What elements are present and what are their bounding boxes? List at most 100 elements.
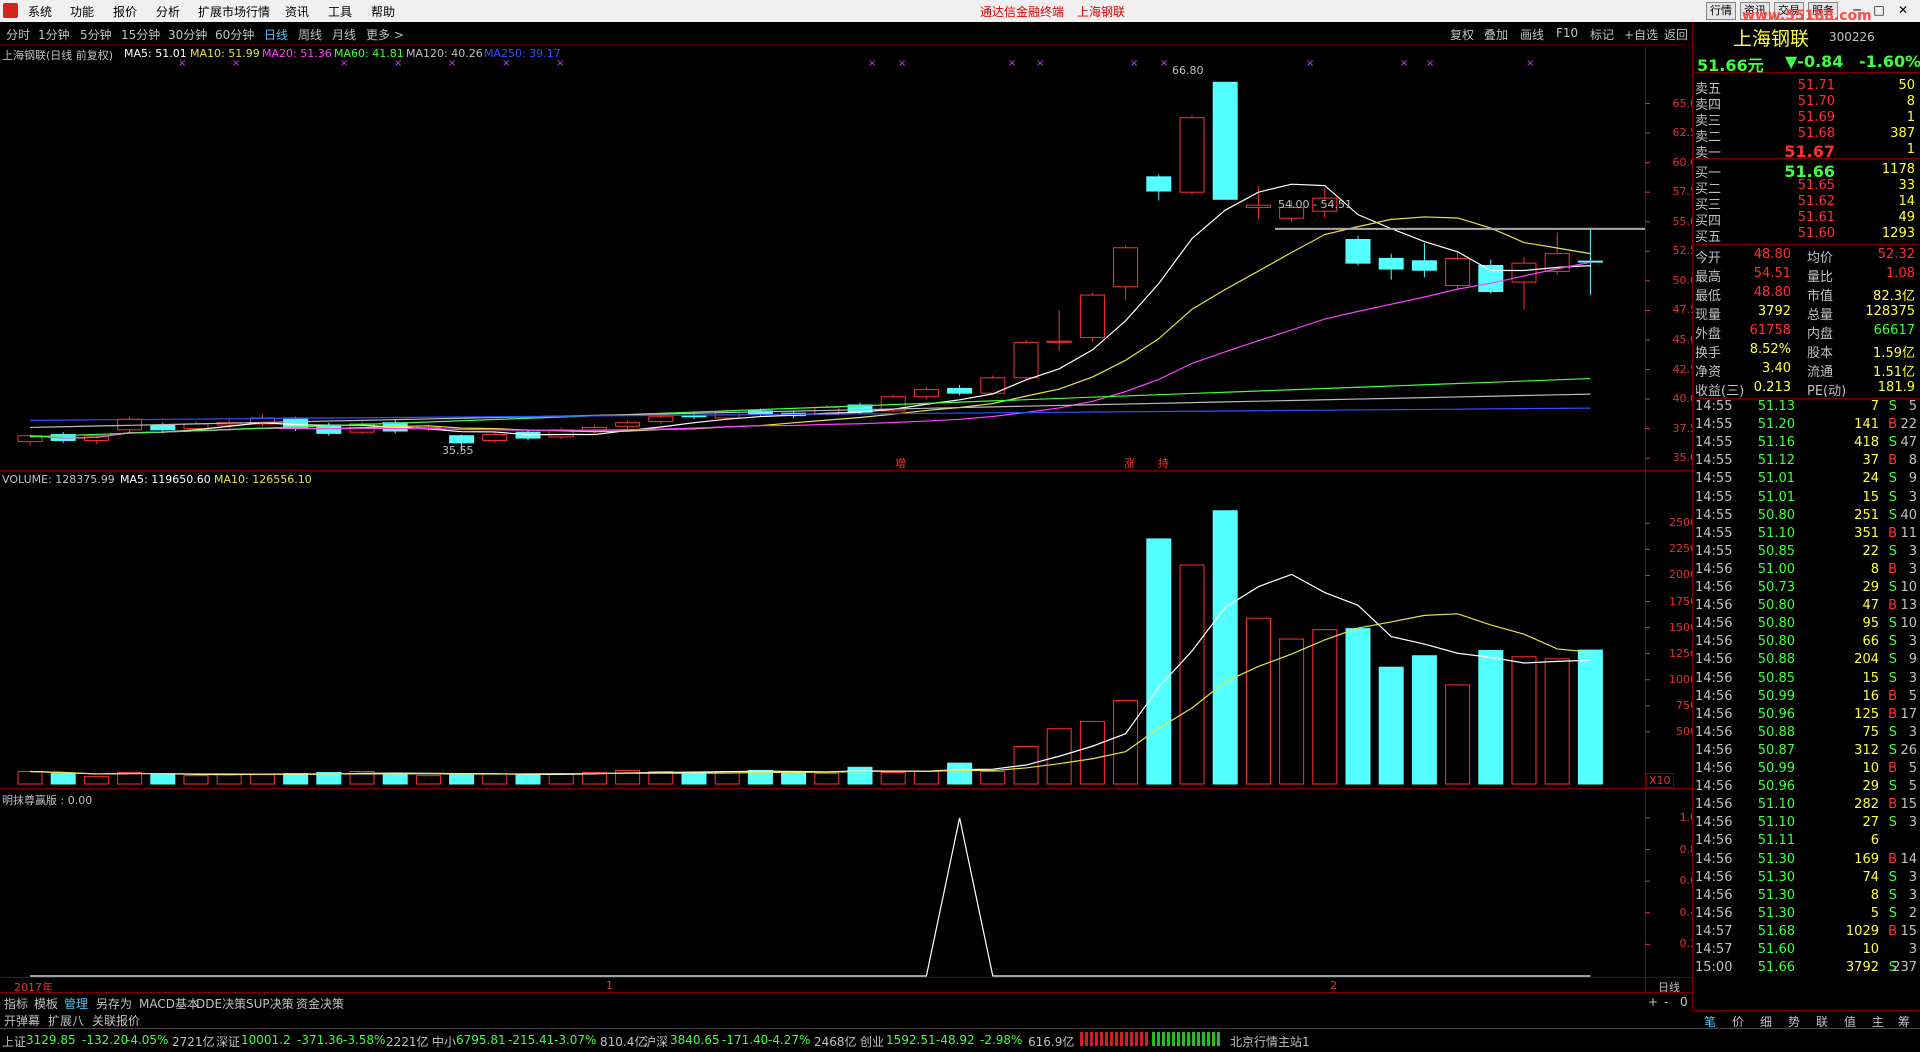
tick-list[interactable]: 14:55 51.13 7 S 5 14:55 51.20 141 B 22 14:55 51.16 4… xyxy=(1693,398,1919,1033)
cy-index-amount: 616.9亿 xyxy=(1028,1035,1075,1049)
bid-price: 51.65 xyxy=(1797,178,1835,193)
tick-row: 14:56 50.80 47 B 13 xyxy=(1693,598,1919,616)
sh-index-change: -132.20 xyxy=(82,1033,129,1047)
sz-index-value: 10001.2 xyxy=(241,1033,291,1047)
candle-body xyxy=(1212,81,1238,200)
menu-info[interactable]: 资讯 xyxy=(285,3,309,20)
low-price-label: 35.55 xyxy=(442,444,474,457)
tick-volume: 3792 xyxy=(1845,960,1879,976)
event-mark-icon: × xyxy=(1036,58,1044,69)
reset-button[interactable]: 0 xyxy=(1680,995,1688,1009)
candle-body xyxy=(1478,264,1504,293)
zoom-out-button[interactable]: - xyxy=(1664,995,1668,1009)
tick-side: B xyxy=(1888,561,1897,577)
menu-ext-market[interactable]: 扩展市场行情 xyxy=(198,3,270,20)
candle-body xyxy=(947,387,973,394)
menu-analysis[interactable]: 分析 xyxy=(156,3,180,20)
zoom-in-button[interactable]: + xyxy=(1648,995,1658,1009)
toolbar-draw[interactable]: 画线 xyxy=(1520,26,1544,43)
tick-count: 13 xyxy=(1900,598,1917,614)
stat-label: 现量 xyxy=(1695,308,1722,323)
period-tick[interactable]: 分时 xyxy=(6,26,30,43)
ma120-line xyxy=(29,393,1591,429)
period-daily[interactable]: 日线 xyxy=(264,26,288,43)
tick-count: 5 xyxy=(1908,688,1917,704)
event-mark-icon: × xyxy=(1160,58,1168,69)
volume-bar xyxy=(880,772,906,785)
tick-count: 5 xyxy=(1908,399,1917,414)
tick-side: S xyxy=(1888,779,1897,795)
tick-volume: 37 xyxy=(1862,453,1879,469)
volume-bar xyxy=(17,770,43,785)
minimize-icon[interactable]: ─ xyxy=(1848,2,1866,18)
toolbar-overlay[interactable]: 叠加 xyxy=(1484,26,1508,43)
menu-help[interactable]: 帮助 xyxy=(371,3,395,20)
stat-label: 均价 xyxy=(1807,251,1834,266)
volume-bar xyxy=(382,773,408,785)
ask-volume: 387 xyxy=(1890,126,1915,141)
toolbar-f10[interactable]: F10 xyxy=(1556,26,1578,40)
tick-volume: 204 xyxy=(1854,652,1879,668)
tick-count: 14 xyxy=(1900,851,1917,867)
volume-bar xyxy=(1146,538,1172,785)
period-5min[interactable]: 5分钟 xyxy=(80,26,112,43)
menu-function[interactable]: 功能 xyxy=(70,3,94,20)
tick-price: 51.10 xyxy=(1757,525,1795,541)
kline-chart[interactable]: × × × × × × × × × × × × × × × × × xyxy=(0,44,1692,992)
period-15min[interactable]: 15分钟 xyxy=(121,26,160,43)
tick-price: 51.11 xyxy=(1757,833,1795,849)
tick-time: 15:00 xyxy=(1695,960,1733,976)
bid-volume: 33 xyxy=(1898,178,1915,193)
tick-side: S xyxy=(1888,543,1897,559)
tick-volume: 95 xyxy=(1862,616,1879,632)
tick-time: 14:55 xyxy=(1695,507,1733,523)
tab-danmaku[interactable]: 开弹幕 xyxy=(4,1012,40,1029)
ask-price: 51.71 xyxy=(1797,78,1835,93)
period-30min[interactable]: 30分钟 xyxy=(168,26,207,43)
close-icon[interactable]: ✕ xyxy=(1894,2,1912,18)
bid-volume: 14 xyxy=(1898,194,1915,209)
tick-volume: 282 xyxy=(1854,797,1879,813)
candle-body xyxy=(1378,257,1404,270)
sh-index-name: 上证 xyxy=(2,1035,27,1049)
tick-volume: 10 xyxy=(1862,761,1879,776)
tick-time: 14:56 xyxy=(1695,652,1733,668)
period-1min[interactable]: 1分钟 xyxy=(38,26,70,43)
tick-side: S xyxy=(1888,905,1897,921)
menu-quote[interactable]: 报价 xyxy=(113,3,137,20)
toolbar-fuquan[interactable]: 复权 xyxy=(1450,26,1474,43)
event-mark-icon: × xyxy=(1426,58,1434,69)
stat-row: 最高 54.51 量比 1.08 xyxy=(1693,266,1919,285)
candle-body xyxy=(1411,260,1437,271)
tick-count: 3 xyxy=(1908,724,1917,740)
toolbar-add-watch[interactable]: +自选 xyxy=(1624,26,1658,43)
tick-volume: 351 xyxy=(1854,525,1879,541)
period-60min[interactable]: 60分钟 xyxy=(215,26,254,43)
period-weekly[interactable]: 周线 xyxy=(298,26,322,43)
period-more[interactable]: 更多 > xyxy=(366,26,404,43)
stat-label: 总量 xyxy=(1807,308,1834,323)
tick-price: 51.30 xyxy=(1757,869,1795,885)
bid-row: 买二 51.65 33 xyxy=(1693,178,1919,197)
tick-count: 47 xyxy=(1900,435,1917,451)
menu-system[interactable]: 系统 xyxy=(28,3,52,20)
toolbar-back[interactable]: 返回 xyxy=(1664,26,1688,43)
menu-tools[interactable]: 工具 xyxy=(328,3,352,20)
stat-label: 内盘 xyxy=(1807,327,1834,342)
period-monthly[interactable]: 月线 xyxy=(332,26,356,43)
volume-unit: X10 xyxy=(1646,773,1674,788)
signal-mark-3: 持 xyxy=(1158,457,1169,470)
tick-price: 51.01 xyxy=(1757,489,1795,505)
sz-index-change: -371.36 xyxy=(297,1033,344,1047)
maximize-icon[interactable]: □ xyxy=(1870,2,1888,18)
hs-index-amount: 2468亿 xyxy=(814,1035,857,1049)
tick-price: 51.30 xyxy=(1757,887,1795,903)
sh-index-amount: 2721亿 xyxy=(172,1035,215,1049)
tab-related-quote[interactable]: 关联报价 xyxy=(92,1012,140,1029)
volume-bar xyxy=(50,773,76,785)
event-mark-icon: × xyxy=(1526,58,1534,69)
top-button-quote[interactable]: 行情 xyxy=(1706,2,1736,20)
tab-ext8[interactable]: 扩展八 xyxy=(48,1012,84,1029)
tick-time: 14:55 xyxy=(1695,435,1733,451)
toolbar-mark[interactable]: 标记 xyxy=(1590,26,1614,43)
